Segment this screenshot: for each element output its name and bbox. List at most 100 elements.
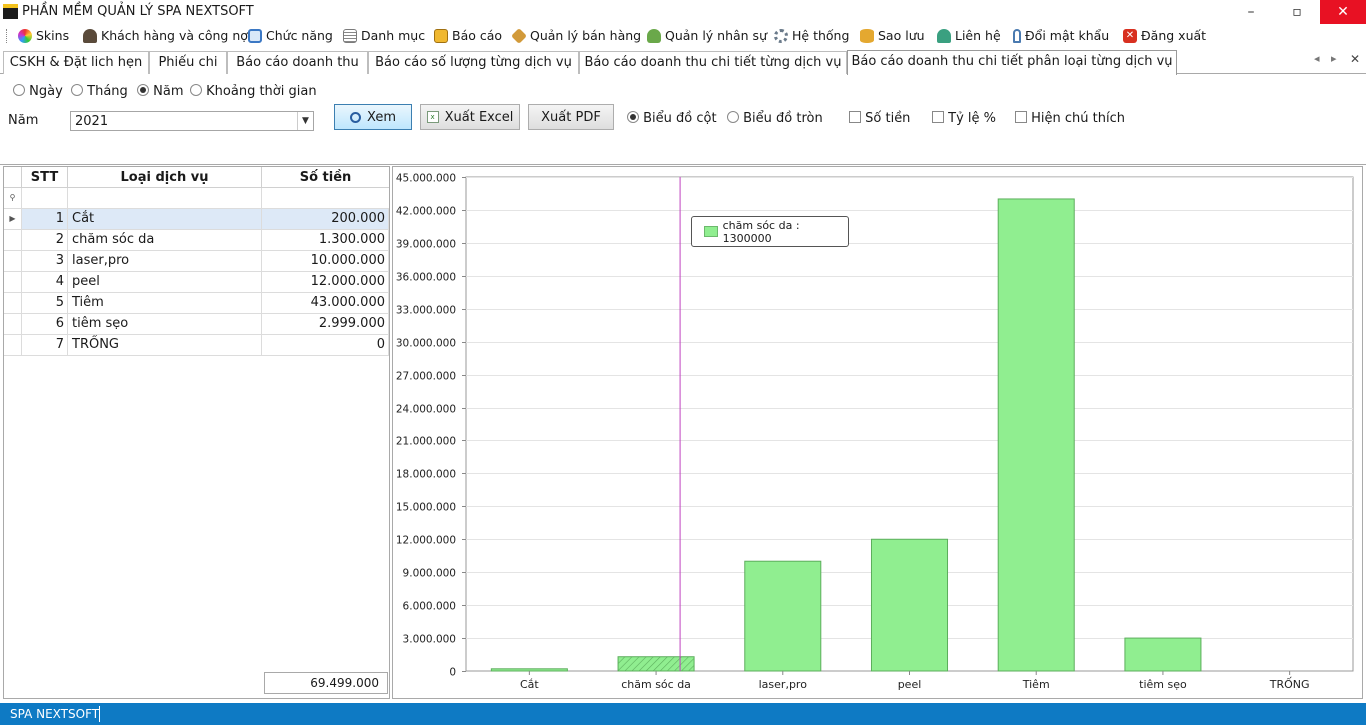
export-excel-button[interactable]: x Xuất Excel <box>420 104 520 130</box>
contact-icon <box>937 29 951 43</box>
tab-cskh[interactable]: CSKH & Đặt lich hẹn <box>3 51 149 74</box>
list-icon <box>343 29 357 43</box>
tab-service-quantity[interactable]: Báo cáo số lượng từng dịch vụ <box>368 51 579 74</box>
tab-phieu-chi[interactable]: Phiếu chi <box>149 51 227 74</box>
close-button[interactable]: ✕ <box>1320 0 1366 24</box>
row-indicator[interactable] <box>4 335 22 356</box>
export-pdf-button[interactable]: Xuất PDF <box>528 104 614 130</box>
cell-stt[interactable]: 3 <box>22 251 68 272</box>
column-header-service-type[interactable]: Loại dịch vụ <box>68 167 262 188</box>
filter-row[interactable]: ⚲ <box>4 188 389 209</box>
bar-4 <box>997 198 1075 672</box>
menu-system[interactable]: Hệ thống <box>774 24 849 48</box>
menu-skins[interactable]: Skins <box>18 24 69 48</box>
cell-stt[interactable]: 5 <box>22 293 68 314</box>
menu-contact[interactable]: Liên hệ <box>937 24 1001 48</box>
tab-service-revenue-detail[interactable]: Báo cáo doanh thu chi tiết từng dịch vụ <box>579 51 847 74</box>
column-header-stt[interactable]: STT <box>22 167 68 188</box>
y-tick-label: 39.000.000 <box>396 239 456 251</box>
row-indicator[interactable] <box>4 251 22 272</box>
cell-stt[interactable]: 4 <box>22 272 68 293</box>
tab-service-category-revenue[interactable]: Báo cáo doanh thu chi tiết phân loại từn… <box>847 50 1177 75</box>
checkbox-amount[interactable]: Số tiền <box>849 111 910 126</box>
cell-service-type[interactable]: Tiêm <box>68 293 262 314</box>
radio-label: Biểu đồ tròn <box>743 111 823 126</box>
tab-next-icon[interactable]: ▸ <box>1331 52 1337 65</box>
cell-amount[interactable]: 2.999.000 <box>262 314 389 335</box>
table-row[interactable]: ▶ 1 Cắt 200.000 <box>4 209 389 230</box>
cell-amount[interactable]: 0 <box>262 335 389 356</box>
maximize-button[interactable]: ▫ <box>1274 0 1320 24</box>
year-select[interactable]: 2021 ▼ <box>70 111 314 131</box>
radio-month[interactable]: Tháng <box>71 84 128 99</box>
table-row[interactable]: 5 Tiêm 43.000.000 <box>4 293 389 314</box>
export-excel-label: Xuất Excel <box>444 109 514 125</box>
cell-amount[interactable]: 43.000.000 <box>262 293 389 314</box>
cell-stt[interactable]: 2 <box>22 230 68 251</box>
radio-label: Khoảng thời gian <box>206 84 317 99</box>
cell-service-type[interactable]: laser,pro <box>68 251 262 272</box>
y-tick-label: 15.000.000 <box>396 502 456 514</box>
tab-prev-icon[interactable]: ◂ <box>1314 52 1320 65</box>
cell-service-type[interactable]: peel <box>68 272 262 293</box>
bar-0 <box>490 668 568 672</box>
cell-amount[interactable]: 10.000.000 <box>262 251 389 272</box>
tab-revenue[interactable]: Báo cáo doanh thu <box>227 51 368 74</box>
table-row[interactable]: 6 tiêm sẹo 2.999.000 <box>4 314 389 335</box>
row-indicator[interactable] <box>4 230 22 251</box>
row-indicator[interactable] <box>4 314 22 335</box>
column-header-amount[interactable]: Số tiền <box>262 167 389 188</box>
table-row[interactable]: 3 laser,pro 10.000.000 <box>4 251 389 272</box>
tab-close-icon[interactable]: ✕ <box>1350 52 1360 66</box>
radio-pie-chart[interactable]: Biểu đồ tròn <box>727 111 823 126</box>
title-bar: PHẦN MỀM QUẢN LÝ SPA NEXTSOFT – ▫ ✕ <box>0 0 1366 24</box>
minimize-button[interactable]: – <box>1228 0 1274 24</box>
row-pointer-icon[interactable]: ▶ <box>4 209 22 230</box>
radio-date-range[interactable]: Khoảng thời gian <box>190 84 317 99</box>
x-tick-label: peel <box>898 678 922 691</box>
chart-canvas: 0 3.000.000 6.000.000 9.000.000 12.000.000 15… <box>396 173 1354 691</box>
menu-backup[interactable]: Sao lưu <box>860 24 925 48</box>
filter-cell-stt[interactable] <box>22 188 68 209</box>
row-indicator[interactable] <box>4 293 22 314</box>
radio-bar-chart[interactable]: Biểu đồ cột <box>627 111 717 126</box>
service-revenue-grid[interactable]: STT Loại dịch vụ Số tiền ⚲ ▶ 1 Cắt 200.000 2… <box>3 166 390 699</box>
menu-label: Hệ thống <box>792 28 850 43</box>
cell-service-type[interactable]: chăm sóc da <box>68 230 262 251</box>
cell-service-type[interactable]: Cắt <box>68 209 262 230</box>
table-row[interactable]: 7 TRỐNG 0 <box>4 335 389 356</box>
menu-reports[interactable]: Báo cáo <box>434 24 502 48</box>
checkbox-percent[interactable]: Tỷ lệ % <box>932 111 996 126</box>
cell-amount[interactable]: 12.000.000 <box>262 272 389 293</box>
cell-stt[interactable]: 7 <box>22 335 68 356</box>
menu-catalog[interactable]: Danh mục <box>343 24 425 48</box>
filter-cell-service-type[interactable] <box>68 188 262 209</box>
checkbox-show-legend[interactable]: Hiện chú thích <box>1015 111 1125 126</box>
chevron-down-icon[interactable]: ▼ <box>297 112 313 130</box>
y-tick-label: 24.000.000 <box>396 404 456 416</box>
chart-tooltip: chăm sóc da : 1300000 <box>691 216 849 247</box>
cell-amount[interactable]: 200.000 <box>262 209 389 230</box>
radio-day[interactable]: Ngày <box>13 84 63 99</box>
menu-change-password[interactable]: Đổi mật khẩu <box>1013 24 1109 48</box>
menu-logout[interactable]: ✕ Đăng xuất <box>1123 24 1206 48</box>
menu-customers[interactable]: Khách hàng và công nợ <box>83 24 248 48</box>
menu-sales[interactable]: Quản lý bán hàng <box>511 24 641 48</box>
cell-stt[interactable]: 1 <box>22 209 68 230</box>
table-row[interactable]: 2 chăm sóc da 1.300.000 <box>4 230 389 251</box>
filter-cell-amount[interactable] <box>262 188 389 209</box>
revenue-bar-chart[interactable]: 0 3.000.000 6.000.000 9.000.000 12.000.000 15… <box>392 166 1363 699</box>
cell-stt[interactable]: 6 <box>22 314 68 335</box>
database-icon <box>860 29 874 43</box>
table-row[interactable]: 4 peel 12.000.000 <box>4 272 389 293</box>
radio-year[interactable]: Năm <box>137 84 184 99</box>
cell-service-type[interactable]: TRỐNG <box>68 335 262 356</box>
menu-hr[interactable]: Quản lý nhân sự <box>647 24 767 48</box>
menu-functions[interactable]: Chức năng <box>248 24 333 48</box>
cell-service-type[interactable]: tiêm sẹo <box>68 314 262 335</box>
x-tick-label: Cắt <box>520 678 539 691</box>
y-tick-label: 42.000.000 <box>396 206 456 218</box>
row-indicator[interactable] <box>4 272 22 293</box>
cell-amount[interactable]: 1.300.000 <box>262 230 389 251</box>
view-button[interactable]: Xem <box>334 104 412 130</box>
